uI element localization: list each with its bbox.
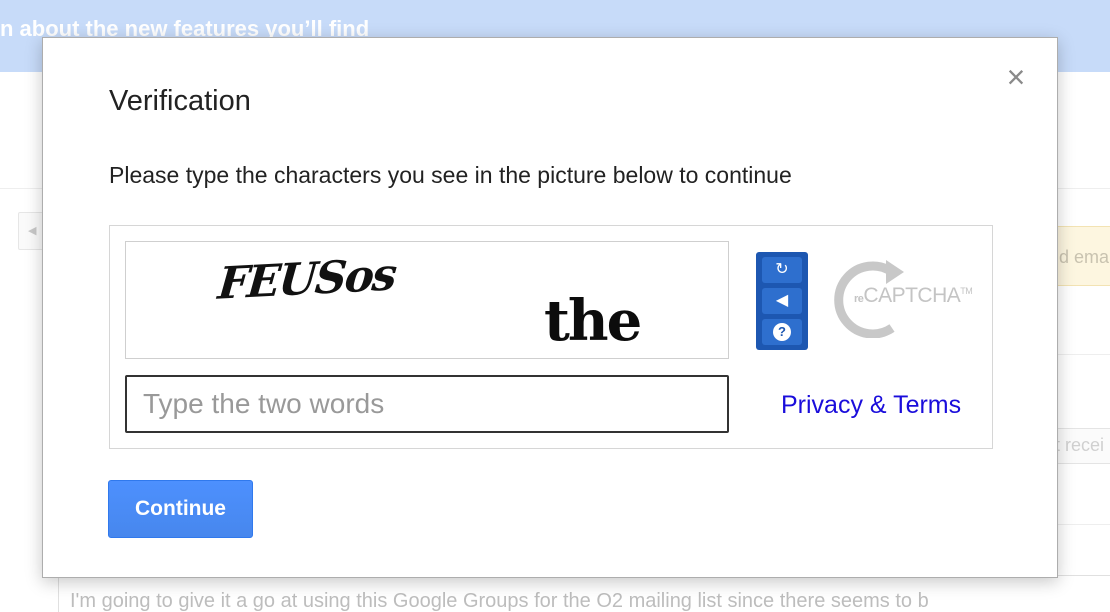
close-icon[interactable]: ×	[1001, 61, 1031, 93]
notice-text: d ema	[1059, 247, 1110, 267]
receive-text: t recei	[1055, 435, 1105, 455]
audio-icon[interactable]: ◀	[762, 288, 802, 314]
post-text: I'm going to give it a go at using this …	[70, 590, 929, 612]
continue-button[interactable]: Continue	[108, 480, 253, 538]
divider	[1058, 354, 1110, 355]
privacy-terms-link[interactable]: Privacy & Terms	[781, 391, 961, 420]
help-icon[interactable]: ?	[762, 319, 802, 345]
dialog-title: Verification	[109, 85, 251, 117]
help-glyph: ?	[773, 323, 791, 341]
captcha-word-1: FEUSos	[215, 249, 398, 310]
verification-dialog: × Verification Please type the character…	[42, 37, 1058, 578]
speaker-glyph: ◀	[775, 292, 789, 309]
captcha-image: FEUSos the	[125, 241, 729, 359]
captcha-controls: ↻ ◀ ?	[756, 252, 808, 350]
recaptcha-widget: FEUSos the ↻ ◀ ? reCAPTCHATM Privacy & T…	[109, 225, 993, 449]
divider	[1058, 524, 1110, 525]
chevron-left-icon: ◀	[28, 225, 37, 237]
instruction-text: Please type the characters you see in th…	[109, 162, 792, 188]
refresh-icon[interactable]: ↻	[762, 257, 802, 283]
captcha-answer-input[interactable]	[125, 375, 729, 433]
recaptcha-logo: reCAPTCHATM	[832, 258, 982, 339]
recaptcha-logo-text: reCAPTCHATM	[854, 284, 973, 307]
divider	[1058, 188, 1110, 189]
captcha-word-2: the	[544, 288, 642, 354]
